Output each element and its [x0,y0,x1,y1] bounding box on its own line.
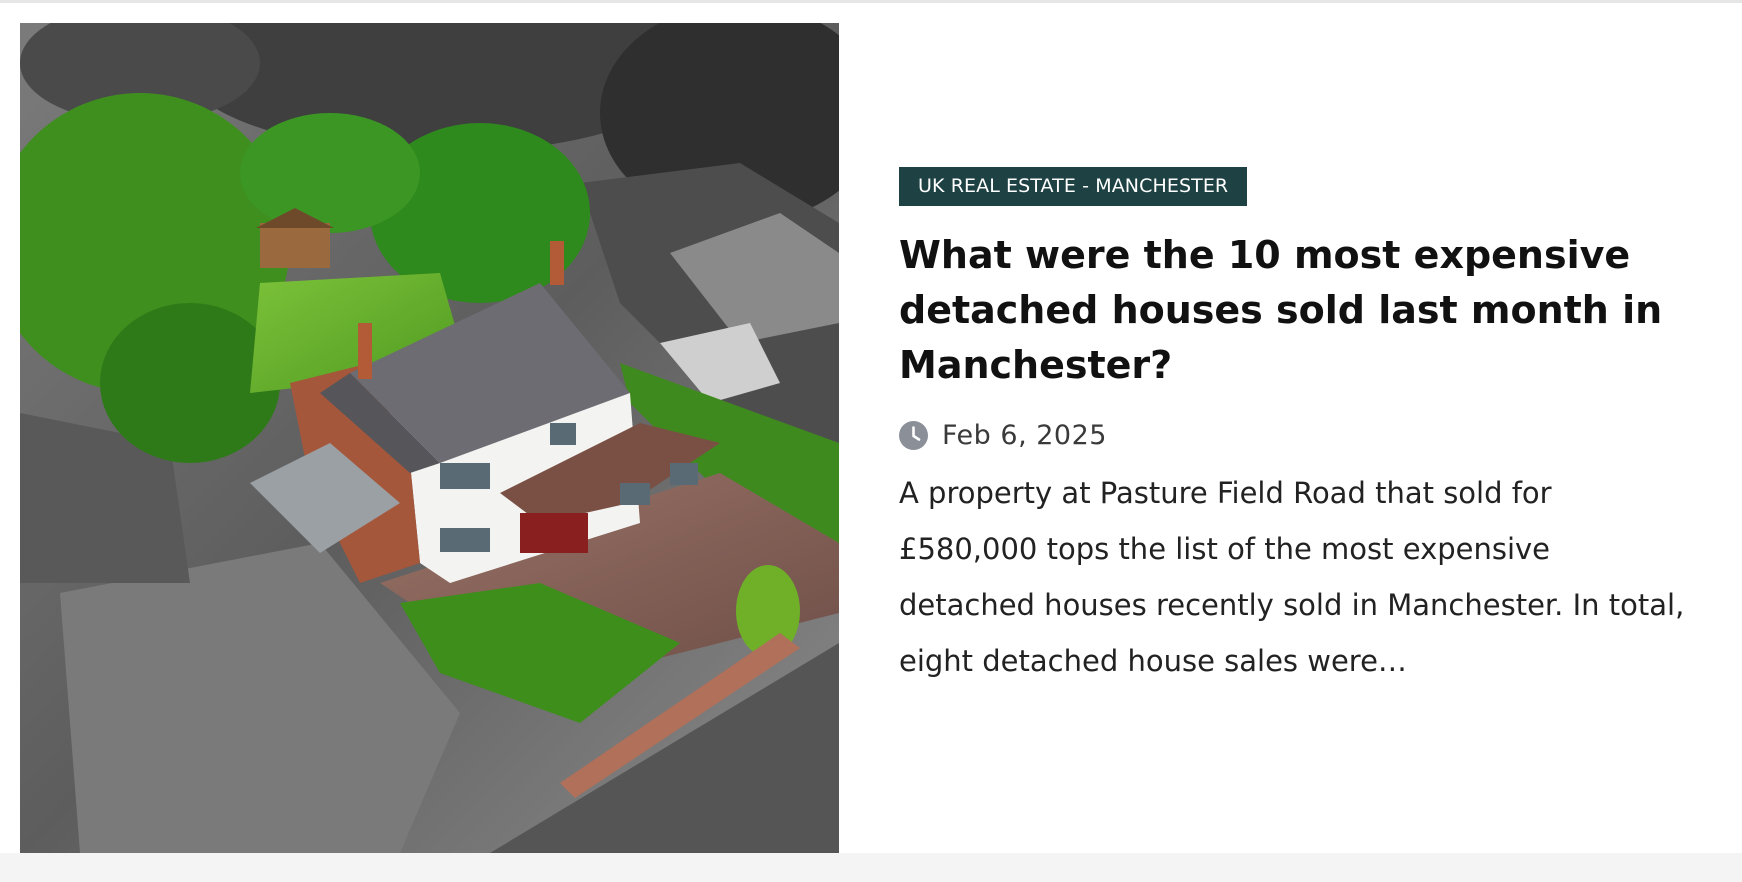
article-excerpt: A property at Pasture Field Road that so… [899,476,1685,678]
clock-icon [899,420,928,450]
page: UK REAL ESTATE - MANCHESTER What were th… [0,0,1742,882]
article-title[interactable]: What were the 10 most expensive detached… [899,228,1679,393]
article-thumbnail[interactable] [20,23,839,853]
house-aerial-image [20,23,839,853]
article-content: UK REAL ESTATE - MANCHESTER What were th… [899,167,1699,718]
article-meta: Feb 6, 2025 [899,417,1699,453]
category-tag[interactable]: UK REAL ESTATE - MANCHESTER [899,167,1248,206]
article-card: UK REAL ESTATE - MANCHESTER What were th… [0,3,1742,853]
publish-date: Feb 6, 2025 [942,419,1107,451]
